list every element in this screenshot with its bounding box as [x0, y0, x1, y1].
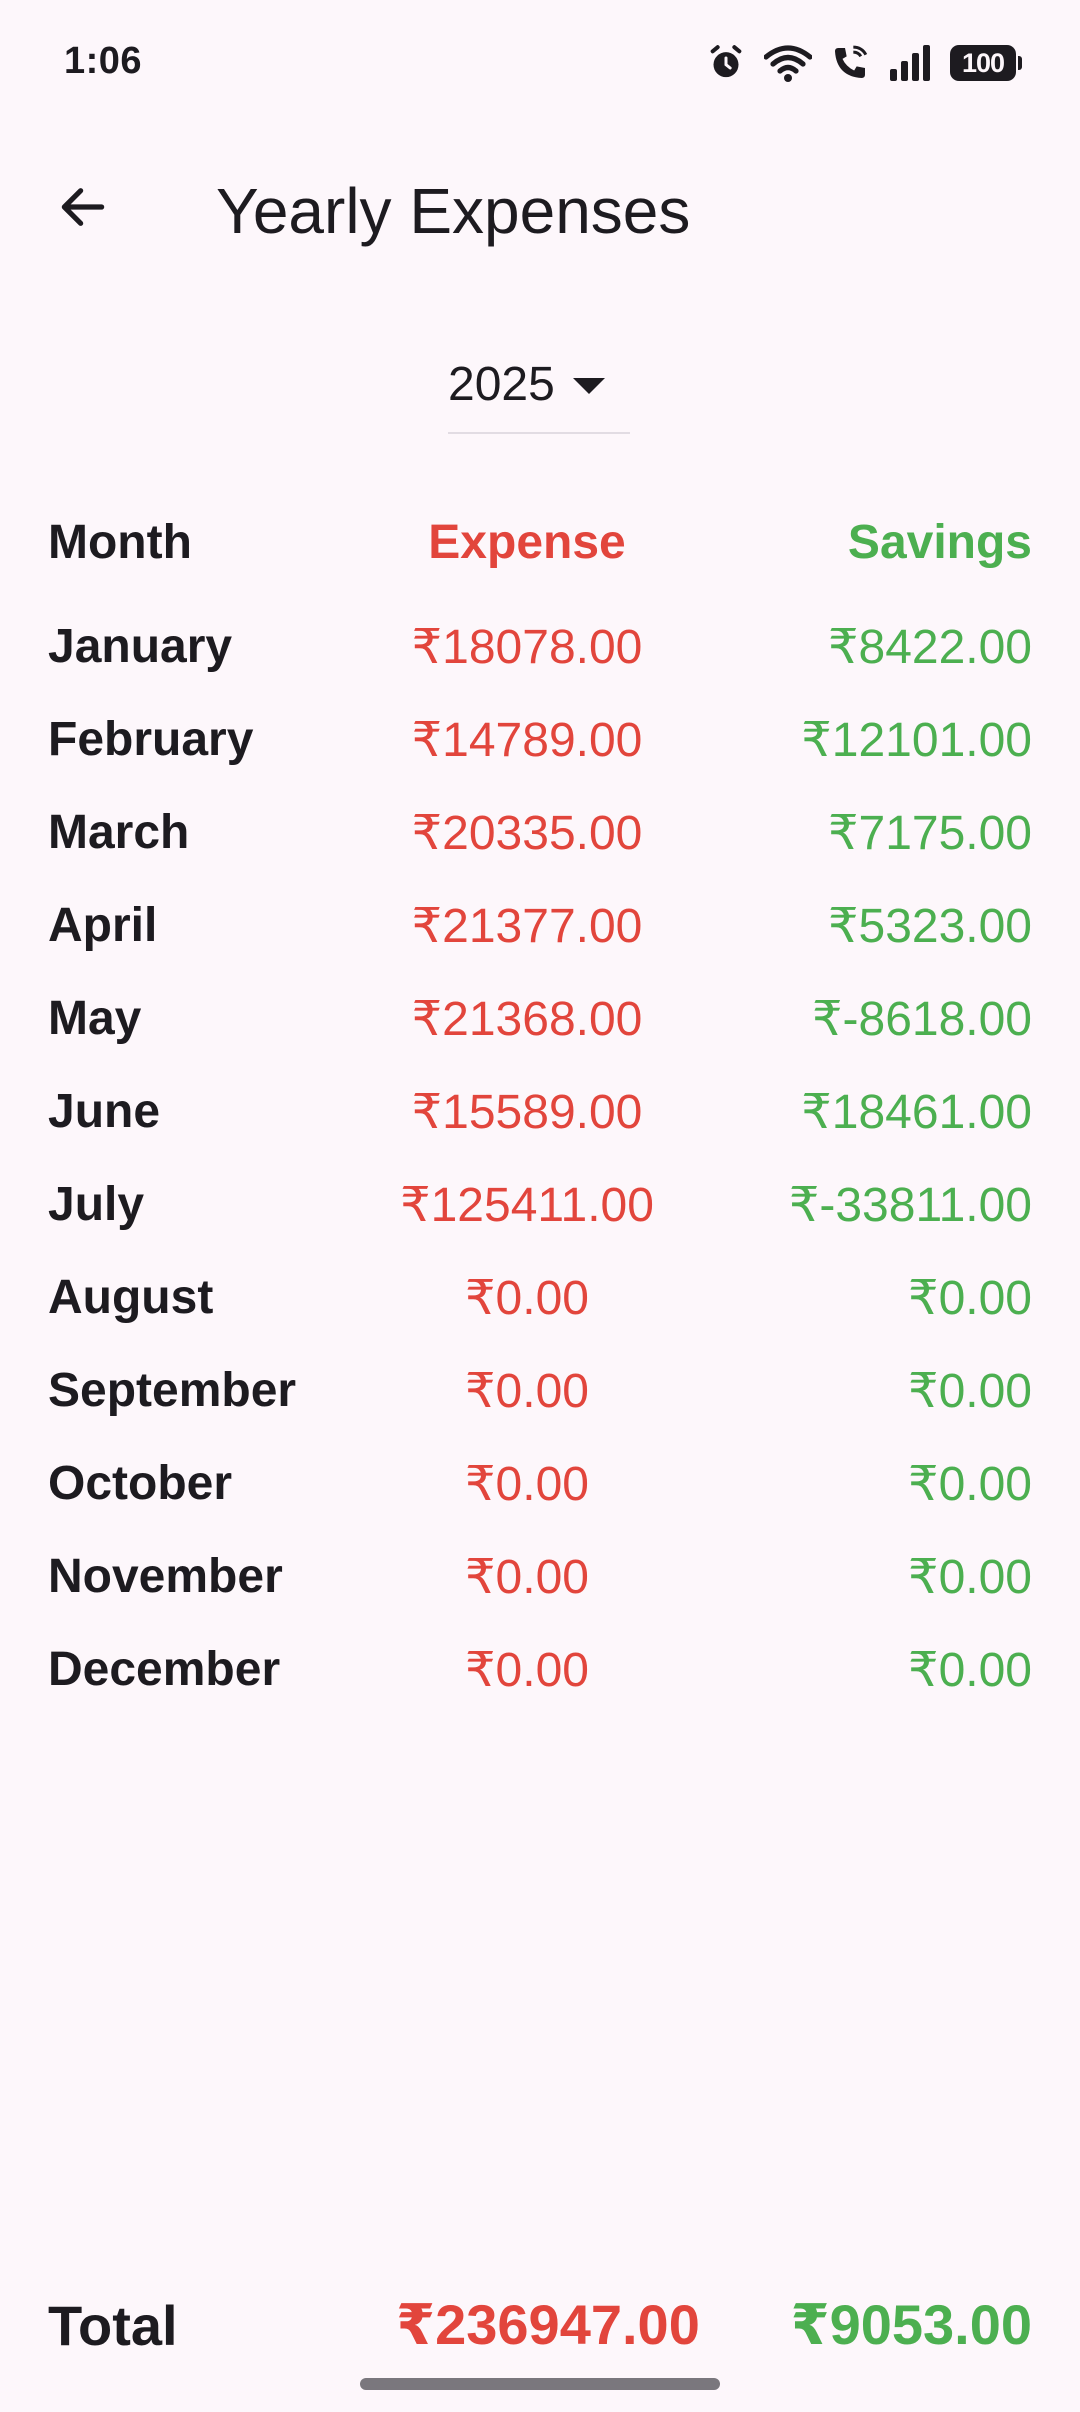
battery-icon: 100 — [950, 45, 1022, 81]
wifi-icon — [764, 42, 812, 84]
total-row: Total ₹236947.00 ₹9053.00 — [48, 2280, 1032, 2370]
row-savings: ₹12101.00 — [801, 713, 1032, 767]
table-row: August ₹0.00 ₹0.00 — [48, 1251, 1032, 1344]
table-row: September ₹0.00 ₹0.00 — [48, 1344, 1032, 1437]
row-expense: ₹0.00 — [465, 1550, 589, 1604]
total-label: Total — [48, 2293, 178, 2357]
table-row: May ₹21368.00 ₹-8618.00 — [48, 972, 1032, 1065]
row-savings: ₹-8618.00 — [811, 992, 1032, 1046]
dropdown-arrow-icon — [572, 378, 605, 394]
table-row: October ₹0.00 ₹0.00 — [48, 1437, 1032, 1530]
row-expense: ₹0.00 — [465, 1271, 589, 1325]
row-savings: ₹0.00 — [908, 1364, 1032, 1418]
row-expense: ₹21377.00 — [411, 899, 643, 953]
table-row: February ₹14789.00 ₹12101.00 — [48, 693, 1032, 786]
row-savings: ₹0.00 — [908, 1457, 1032, 1511]
total-savings: ₹9053.00 — [790, 2293, 1032, 2356]
row-expense: ₹0.00 — [465, 1364, 589, 1418]
year-value: 2025 — [448, 357, 555, 411]
row-savings: ₹0.00 — [908, 1271, 1032, 1325]
signal-icon — [888, 43, 932, 83]
row-expense: ₹0.00 — [465, 1643, 589, 1697]
table-row: July ₹125411.00 ₹-33811.00 — [48, 1158, 1032, 1251]
header-savings: Savings — [847, 515, 1032, 569]
row-expense: ₹18078.00 — [411, 620, 643, 674]
total-expense: ₹236947.00 — [396, 2293, 700, 2356]
row-expense: ₹0.00 — [465, 1457, 589, 1511]
year-dropdown[interactable]: 2025 — [448, 336, 630, 434]
status-time: 1:06 — [64, 40, 143, 82]
status-icons: 100 — [706, 38, 1022, 88]
row-expense: ₹21368.00 — [411, 992, 643, 1046]
table-header: Month Expense Savings — [48, 502, 1032, 582]
row-expense: ₹20335.00 — [411, 806, 643, 860]
row-expense: ₹15589.00 — [411, 1085, 643, 1139]
gesture-nav-bar[interactable] — [360, 2378, 720, 2390]
table-row: April ₹21377.00 ₹5323.00 — [48, 879, 1032, 972]
table-row: November ₹0.00 ₹0.00 — [48, 1530, 1032, 1623]
table-row: June ₹15589.00 ₹18461.00 — [48, 1065, 1032, 1158]
table-row: March ₹20335.00 ₹7175.00 — [48, 786, 1032, 879]
row-savings: ₹5323.00 — [827, 899, 1032, 953]
arrow-back-icon — [55, 179, 111, 240]
alarm-icon — [706, 42, 746, 84]
row-savings: ₹0.00 — [908, 1550, 1032, 1604]
row-expense: ₹125411.00 — [400, 1178, 654, 1232]
page-title: Yearly Expenses — [216, 175, 691, 247]
row-savings: ₹18461.00 — [801, 1085, 1032, 1139]
row-savings: ₹7175.00 — [827, 806, 1032, 860]
status-bar: 1:06 100 — [0, 0, 1080, 124]
row-savings: ₹8422.00 — [827, 620, 1032, 674]
back-button[interactable] — [38, 164, 128, 254]
row-savings: ₹0.00 — [908, 1643, 1032, 1697]
app-bar: Yearly Expenses — [0, 140, 1080, 270]
table-row: December ₹0.00 ₹0.00 — [48, 1623, 1032, 1716]
table-row: January ₹18078.00 ₹8422.00 — [48, 600, 1032, 693]
row-savings: ₹-33811.00 — [788, 1178, 1032, 1232]
expense-table: Month Expense Savings January ₹18078.00 … — [48, 502, 1032, 1716]
row-expense: ₹14789.00 — [411, 713, 643, 767]
header-expense: Expense — [428, 515, 626, 569]
wifi-calling-icon — [830, 42, 870, 84]
